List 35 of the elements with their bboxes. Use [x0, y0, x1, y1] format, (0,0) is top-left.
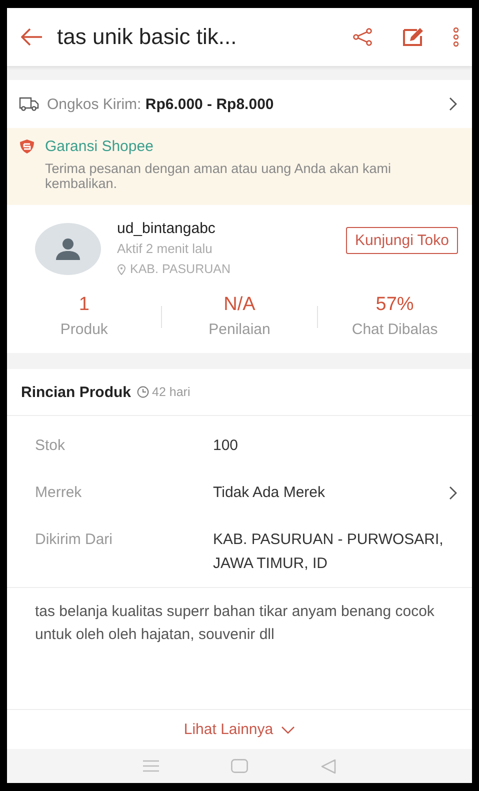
location-pin-icon: [117, 264, 126, 274]
page-title: tas unik basic tik...: [57, 24, 238, 50]
back-arrow-icon[interactable]: [21, 28, 43, 46]
visit-shop-button[interactable]: Kunjungi Toko: [346, 226, 458, 254]
stat-value: N/A: [224, 293, 256, 317]
seller-location: KAB. PASURUAN: [130, 261, 230, 278]
section-title: Rincian Produk: [21, 384, 132, 400]
stat-value: 57%: [376, 293, 414, 317]
seller-name: ud_bintangabc: [117, 219, 216, 239]
chevron-icon: [449, 486, 458, 500]
chevron-down-icon: [281, 726, 296, 734]
stat-label: Penilaian: [208, 320, 270, 340]
product-description: tas belanja kualitas superr bahan tikar anyam benang cocok untuk oleh oleh hajatan, souvenir dll: [7, 587, 472, 710]
guarantee-title: Garansi Shopee: [45, 138, 154, 155]
shipping-cost[interactable]: Ongkos Kirim: Rp6.000 - Rp8.000: [47, 96, 441, 112]
share-icon[interactable]: [352, 28, 374, 46]
spec-value: 100: [213, 436, 240, 456]
spec-value: Tidak Ada Merek: [213, 483, 326, 503]
spec-label: Stok: [35, 436, 66, 456]
clock-icon: [137, 386, 150, 398]
guarantee-text: Terima pesanan dengan aman atau uang Anda akan kami kembalikan.: [45, 161, 392, 191]
spec-label: Merrek: [35, 483, 83, 503]
shield-icon: [19, 139, 35, 154]
stat-label: Produk: [60, 320, 108, 340]
chevron-icon: [449, 97, 458, 111]
truck-icon: [19, 97, 39, 111]
seller-status: Aktif 2 menit lalu: [117, 240, 214, 258]
listing-age: 42 hari: [152, 385, 190, 399]
stat-label: Chat Dibalas: [352, 320, 438, 340]
spec-label: Dikirim Dari: [35, 530, 114, 550]
stat-value: 1: [78, 293, 90, 317]
see-more-button[interactable]: Lihat Lainnya: [180, 717, 300, 742]
edit-icon[interactable]: [402, 27, 426, 47]
spec-value: KAB. PASURUAN - PURWOSARI, JAWA TIMUR, ID: [213, 530, 444, 574]
more-options-icon[interactable]: [452, 27, 460, 47]
